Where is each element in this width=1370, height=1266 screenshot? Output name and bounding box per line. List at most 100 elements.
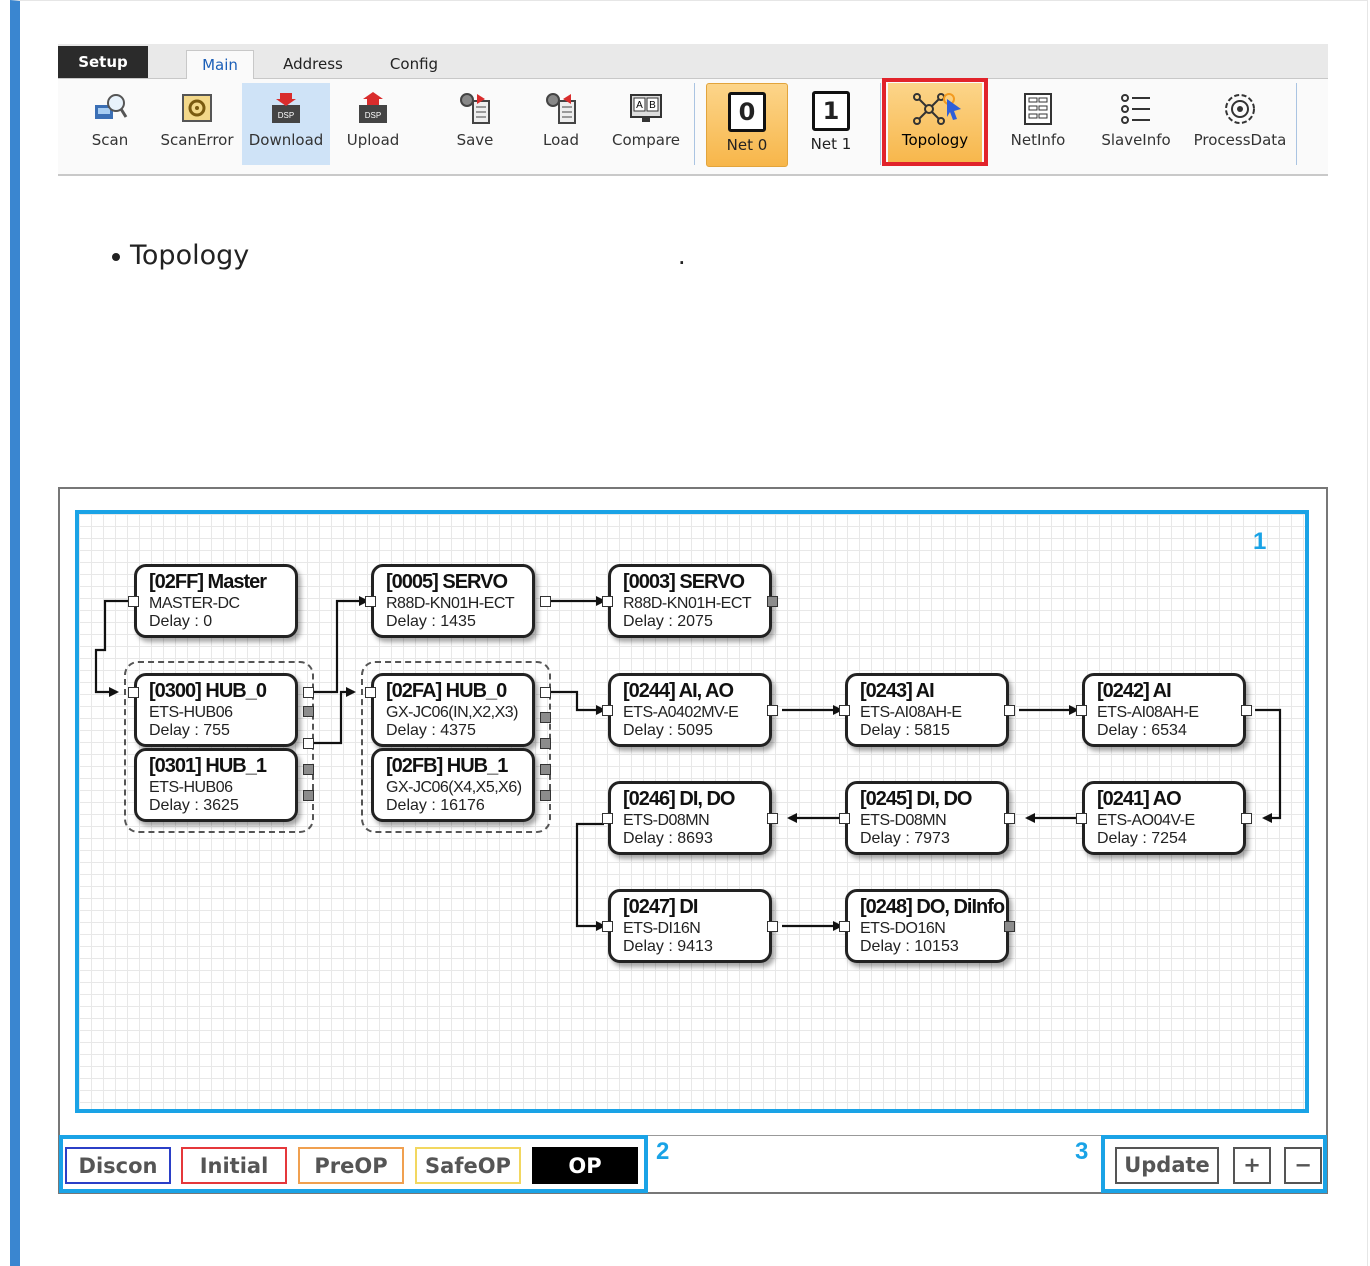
bullet-dot (112, 252, 120, 261)
topology-canvas[interactable]: [02FF] Master MASTER-DC Delay : 0 [0300]… (75, 510, 1309, 1113)
scan-error-icon (182, 94, 212, 122)
state-bar: Discon Initial PreOP SafeOP OP (59, 1135, 648, 1193)
port (1241, 705, 1252, 716)
node-delay: Delay : 7254 (1097, 830, 1187, 847)
slave-node[interactable]: [0301] HUB_1 ETS-HUB06 Delay : 3625 (134, 748, 298, 822)
upload-icon: DSP (359, 92, 387, 123)
slave-node[interactable]: [0300] HUB_0 ETS-HUB06 Delay : 755 (134, 673, 298, 747)
state-initial-button[interactable]: Initial (181, 1147, 287, 1184)
port (1004, 921, 1015, 932)
compare-icon: AB (630, 94, 662, 122)
area-number-canvas: 1 (1253, 528, 1267, 555)
net0-icon: 0 (728, 92, 766, 132)
node-delay: Delay : 1435 (386, 613, 476, 630)
ribbon-tab-bar: Setup Main Address Config (58, 44, 1328, 80)
link (551, 690, 606, 715)
net1-label: Net 1 (810, 135, 852, 153)
port (128, 596, 139, 607)
slave-node[interactable]: [0005] SERVO R88D-KN01H-ECT Delay : 1435 (371, 564, 535, 638)
processdata-button[interactable]: ProcessData (1192, 83, 1288, 165)
port (303, 687, 314, 698)
node-model: ETS-AO04V-E (1097, 812, 1195, 829)
state-op-button[interactable]: OP (532, 1147, 638, 1184)
node-title: [0247] DI (623, 896, 698, 918)
tab-address[interactable]: Address (268, 50, 358, 78)
node-delay: Delay : 7973 (860, 830, 950, 847)
node-delay: Delay : 755 (149, 722, 230, 739)
port (540, 596, 551, 607)
slave-node[interactable]: [0245] DI, DO ETS-D08MN Delay : 7973 (845, 781, 1009, 855)
slave-node[interactable]: [0247] DI ETS-DI16N Delay : 9413 (608, 889, 772, 963)
node-title: [0248] DO, DiInfo (860, 896, 1005, 918)
scan-button[interactable]: Scan (78, 83, 142, 165)
netinfo-button[interactable]: NetInfo (1002, 83, 1074, 165)
compare-label: Compare (611, 131, 681, 149)
state-preop-button[interactable]: PreOP (298, 1147, 404, 1184)
port (540, 712, 551, 723)
node-model: ETS-DI16N (623, 920, 701, 937)
state-safeop-button[interactable]: SafeOP (415, 1147, 521, 1184)
tab-config[interactable]: Config (374, 50, 454, 78)
download-button[interactable]: DSP Download (242, 83, 330, 165)
port (602, 705, 613, 716)
tab-setup[interactable]: Setup (58, 46, 148, 78)
port (1004, 705, 1015, 716)
port (540, 790, 551, 801)
node-title: [0003] SERVO (623, 571, 745, 593)
area-number-controls: 3 (1075, 1138, 1089, 1165)
compare-button[interactable]: AB Compare (606, 83, 686, 165)
node-delay: Delay : 8693 (623, 830, 713, 847)
state-discon-button[interactable]: Discon (65, 1147, 171, 1184)
slave-node[interactable]: [0248] DO, DiInfo ETS-DO16N Delay : 1015… (845, 889, 1009, 963)
net0-button[interactable]: 0 Net 0 (706, 83, 788, 167)
link (313, 596, 369, 694)
load-button[interactable]: Load (528, 83, 594, 165)
port (1076, 813, 1087, 824)
port (767, 813, 778, 824)
link (313, 687, 356, 745)
port (540, 687, 551, 698)
save-button[interactable]: Save (442, 83, 508, 165)
port (602, 596, 613, 607)
toolbar-divider (694, 83, 695, 165)
update-button[interactable]: Update (1115, 1147, 1219, 1184)
slave-node[interactable]: [02FB] HUB_1 GX-JC06(X4,X5,X6) Delay : 1… (371, 748, 535, 822)
port (767, 921, 778, 932)
slave-node[interactable]: [0244] AI, AO ETS-A0402MV-E Delay : 5095 (608, 673, 772, 747)
node-title: [0300] HUB_0 (149, 680, 267, 702)
description-trail: . (678, 240, 686, 270)
slave-node[interactable]: [0241] AO ETS-AO04V-E Delay : 7254 (1082, 781, 1246, 855)
port (540, 738, 551, 749)
scan-error-button[interactable]: ScanError (158, 83, 236, 165)
slave-node[interactable]: [02FF] Master MASTER-DC Delay : 0 (134, 564, 298, 638)
port (602, 813, 613, 824)
description-bullet: Topology (112, 240, 249, 271)
upload-button[interactable]: DSP Upload (336, 83, 410, 165)
zoom-out-button[interactable]: − (1284, 1147, 1322, 1184)
node-model: GX-JC06(X4,X5,X6) (386, 779, 522, 796)
tab-main[interactable]: Main (186, 50, 254, 80)
node-delay: Delay : 5095 (623, 722, 713, 739)
port (602, 921, 613, 932)
zoom-in-button[interactable]: + (1233, 1147, 1271, 1184)
slave-node[interactable]: [0246] DI, DO ETS-D08MN Delay : 8693 (608, 781, 772, 855)
node-title: [02FB] HUB_1 (386, 755, 508, 777)
node-delay: Delay : 3625 (149, 797, 239, 814)
link (575, 822, 606, 931)
node-model: ETS-AI08AH-E (1097, 704, 1199, 721)
net1-button[interactable]: 1 Net 1 (794, 83, 868, 165)
slave-node[interactable]: [0243] AI ETS-AI08AH-E Delay : 5815 (845, 673, 1009, 747)
slaveinfo-button[interactable]: SlaveInfo (1098, 83, 1174, 165)
node-model: MASTER-DC (149, 595, 240, 612)
control-bar: Update + − (1101, 1135, 1327, 1193)
slave-node[interactable]: [02FA] HUB_0 GX-JC06(IN,X2,X3) Delay : 4… (371, 673, 535, 747)
node-title: [0245] DI, DO (860, 788, 972, 810)
processdata-icon (1225, 94, 1255, 124)
slave-node[interactable]: [0003] SERVO R88D-KN01H-ECT Delay : 2075 (608, 564, 772, 638)
upload-label: Upload (346, 131, 400, 149)
port (1076, 705, 1087, 716)
svg-text:DSP: DSP (365, 111, 381, 120)
load-icon (546, 93, 576, 124)
slave-node[interactable]: [0242] AI ETS-AI08AH-E Delay : 6534 (1082, 673, 1246, 747)
node-delay: Delay : 2075 (623, 613, 713, 630)
